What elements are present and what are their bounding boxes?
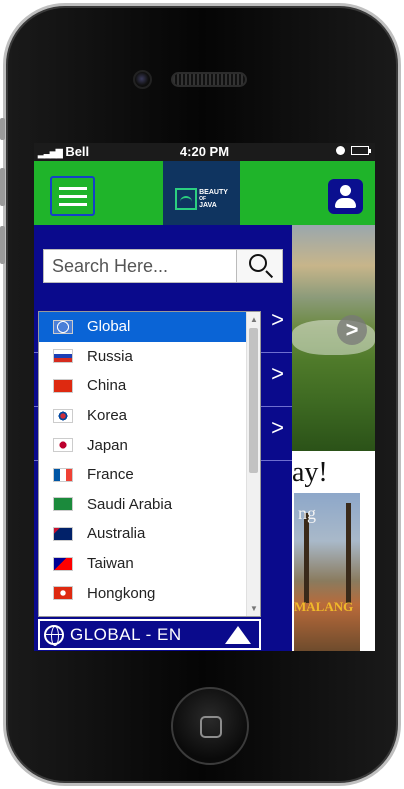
language-option-label: Japan	[87, 436, 128, 454]
profile-button[interactable]	[328, 179, 363, 214]
language-option[interactable]: Saudi Arabia	[39, 490, 247, 520]
search-bar	[43, 249, 283, 283]
russia-flag-icon	[53, 349, 73, 364]
language-option-label: Russia	[87, 347, 133, 365]
language-options: Global Russia China Korea Japan France Saudi A…	[39, 312, 260, 608]
side-drawer: > > > Global Russia China Korea Japan France S…	[34, 225, 292, 651]
language-option[interactable]: Russia	[39, 342, 247, 372]
carousel-next-button[interactable]: >	[337, 315, 367, 345]
language-option-label: Global	[87, 318, 131, 336]
scroll-up-arrow-icon[interactable]: ▲	[250, 315, 258, 324]
language-option-label: France	[87, 466, 134, 484]
search-input[interactable]	[44, 250, 236, 282]
hongkong-flag-icon	[53, 586, 73, 601]
hero-carousel-image: >	[292, 225, 375, 451]
earpiece-speaker	[171, 72, 247, 87]
language-option-label: Hongkong	[87, 584, 156, 602]
photo-overlay-text: ng	[298, 503, 316, 523]
app-header: BEAUTY OF JAVA	[34, 161, 375, 237]
logo-subtitle: JAVA	[199, 201, 217, 209]
volume-up-button	[0, 168, 5, 206]
status-time: 4:20 PM	[179, 144, 230, 159]
volume-down-button	[0, 226, 5, 264]
mountain-logo-icon	[175, 188, 198, 210]
search-icon	[249, 254, 267, 272]
language-selector[interactable]: GLOBAL - EN	[38, 619, 261, 650]
chevron-right-icon: >	[271, 307, 284, 332]
language-option-label: Korea	[87, 407, 128, 425]
chevron-right-icon: >	[271, 415, 284, 440]
battery-icon	[351, 146, 371, 155]
home-square-icon	[200, 716, 222, 738]
menu-toggle-button[interactable]	[50, 176, 95, 216]
globe-flag-icon	[53, 319, 73, 334]
language-option-label: Taiwan	[87, 555, 134, 573]
search-button[interactable]	[236, 250, 282, 282]
language-dropdown-list[interactable]: Global Russia China Korea Japan France Saudi A…	[38, 311, 261, 617]
scroll-down-arrow-icon[interactable]: ▼	[250, 604, 258, 613]
status-right	[336, 146, 371, 155]
globe-icon	[44, 624, 64, 646]
australia-flag-icon	[53, 526, 73, 541]
chevron-right-icon: >	[271, 361, 284, 386]
user-icon	[340, 185, 351, 196]
language-option[interactable]: Korea	[39, 401, 247, 431]
france-flag-icon	[53, 467, 73, 482]
mute-switch	[0, 118, 5, 140]
japan-flag-icon	[53, 438, 73, 453]
triangle-up-icon[interactable]	[225, 626, 251, 644]
front-camera	[133, 70, 152, 89]
language-option-label: China	[87, 377, 127, 395]
language-option-label: Saudi Arabia	[87, 495, 173, 513]
home-button[interactable]	[171, 687, 249, 765]
background-heading: ay!	[292, 457, 328, 488]
malang-sign: MALANG	[294, 599, 354, 614]
dropdown-scrollbar[interactable]: ▲ ▼	[246, 312, 260, 616]
orientation-lock-icon	[336, 146, 345, 155]
language-option[interactable]: China	[39, 371, 247, 401]
malang-photo: ng MALANG	[294, 493, 360, 651]
hamburger-icon	[59, 187, 87, 190]
scrollbar-thumb[interactable]	[249, 328, 258, 473]
china-flag-icon	[53, 378, 73, 393]
korea-flag-icon	[53, 408, 73, 423]
language-option[interactable]: Global	[39, 312, 247, 342]
screen: ▂▃▅▇ Bell 4:20 PM BEAUTY OF JAVA > ay! n…	[34, 143, 375, 651]
language-option[interactable]: France	[39, 460, 247, 490]
status-bar: ▂▃▅▇ Bell 4:20 PM	[34, 143, 375, 161]
saudi-flag-icon	[53, 497, 73, 512]
language-selector-label: GLOBAL - EN	[70, 624, 182, 644]
language-option[interactable]: Australia	[39, 519, 247, 549]
language-option[interactable]: Hongkong	[39, 578, 247, 608]
taiwan-flag-icon	[53, 556, 73, 571]
language-option[interactable]: Japan	[39, 430, 247, 460]
language-option-label: Australia	[87, 525, 146, 543]
language-option[interactable]: Taiwan	[39, 549, 247, 579]
